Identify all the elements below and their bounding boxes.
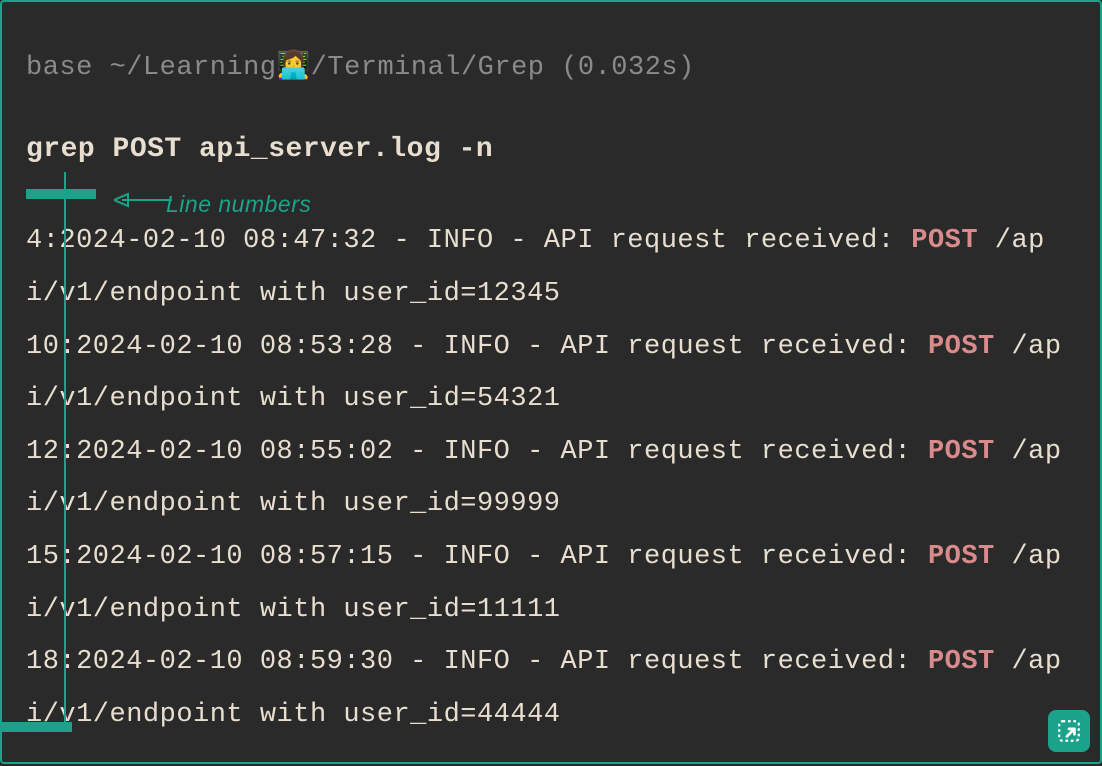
annotation-bracket-top [26, 189, 96, 199]
line-number: 10 [26, 332, 59, 362]
grep-match: POST [911, 226, 978, 256]
annotation-row: Line numbers [26, 189, 1076, 211]
output-line: 15:2024-02-10 08:57:15 - INFO - API requ… [26, 531, 1076, 636]
command-output: 4:2024-02-10 08:47:32 - INFO - API reque… [26, 215, 1076, 741]
line-number: 15 [26, 542, 59, 572]
prompt-env: base [26, 53, 93, 83]
line-separator: : [59, 542, 76, 572]
expand-icon[interactable] [1048, 710, 1090, 752]
arrow-left-icon [114, 191, 174, 209]
line-text-pre: 2024-02-10 08:53:28 - INFO - API request… [76, 332, 928, 362]
annotation-bracket-side [64, 172, 66, 732]
annotation-bracket-bottom [2, 722, 72, 732]
line-text-pre: 2024-02-10 08:47:32 - INFO - API request… [59, 226, 911, 256]
line-separator: : [59, 437, 76, 467]
prompt-timing: (0.032s) [561, 53, 695, 83]
command-input: grep POST api_server.log -n [26, 123, 1076, 178]
grep-match: POST [928, 647, 995, 677]
line-text-pre: 2024-02-10 08:59:30 - INFO - API request… [76, 647, 928, 677]
line-separator: : [59, 647, 76, 677]
line-number: 4 [26, 226, 43, 256]
shell-prompt: base ~/Learning👩‍💻/Terminal/Grep (0.032s… [26, 42, 1076, 95]
output-line: 4:2024-02-10 08:47:32 - INFO - API reque… [26, 215, 1076, 320]
line-separator: : [43, 226, 60, 256]
grep-match: POST [928, 437, 995, 467]
prompt-path: ~/Learning👩‍💻/Terminal/Grep [110, 53, 545, 83]
annotation-label: Line numbers [166, 182, 311, 227]
output-line: 10:2024-02-10 08:53:28 - INFO - API requ… [26, 321, 1076, 426]
grep-match: POST [928, 332, 995, 362]
line-text-pre: 2024-02-10 08:55:02 - INFO - API request… [76, 437, 928, 467]
terminal-window[interactable]: base ~/Learning👩‍💻/Terminal/Grep (0.032s… [2, 2, 1100, 766]
line-separator: : [59, 332, 76, 362]
output-line: 18:2024-02-10 08:59:30 - INFO - API requ… [26, 636, 1076, 741]
output-line: 12:2024-02-10 08:55:02 - INFO - API requ… [26, 426, 1076, 531]
line-number: 18 [26, 647, 59, 677]
line-number: 12 [26, 437, 59, 467]
line-text-pre: 2024-02-10 08:57:15 - INFO - API request… [76, 542, 928, 572]
grep-match: POST [928, 542, 995, 572]
